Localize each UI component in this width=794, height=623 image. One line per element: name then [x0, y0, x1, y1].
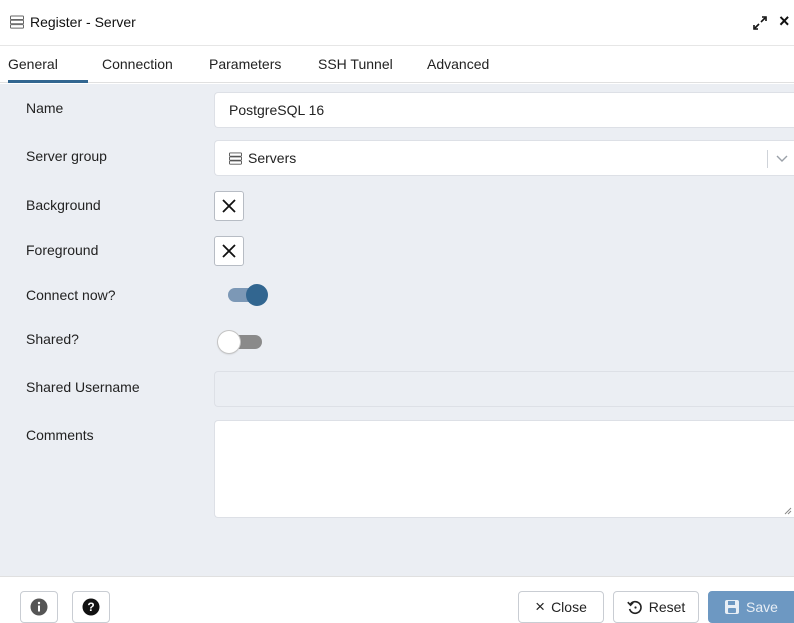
reset-icon	[626, 600, 642, 615]
dialog-title: Register - Server	[30, 14, 136, 30]
background-label: Background	[26, 197, 101, 213]
tab-advanced[interactable]: Advanced	[427, 56, 489, 72]
dialog-footer: ? × Close Reset Save	[0, 576, 794, 623]
server-group-icon	[10, 15, 24, 29]
reset-button-label: Reset	[648, 599, 686, 615]
shared-username-label: Shared Username	[26, 379, 140, 395]
toggle-knob	[246, 284, 268, 306]
name-input[interactable]: PostgreSQL 16	[214, 92, 794, 128]
name-label: Name	[26, 100, 64, 116]
clear-x-icon	[222, 244, 236, 258]
clear-x-icon	[222, 199, 236, 213]
server-group-icon	[229, 151, 242, 165]
server-group-label: Server group	[26, 148, 107, 164]
reset-button[interactable]: Reset	[613, 591, 699, 623]
save-disk-icon	[725, 600, 740, 614]
server-group-select[interactable]: Servers	[214, 140, 794, 176]
name-input-value: PostgreSQL 16	[229, 102, 325, 118]
info-button[interactable]	[20, 591, 58, 623]
toggle-knob	[218, 331, 240, 353]
foreground-color-picker[interactable]	[214, 236, 244, 266]
connect-now-label: Connect now?	[26, 287, 116, 303]
expand-icon[interactable]	[752, 15, 768, 31]
help-button[interactable]: ?	[72, 591, 110, 623]
shared-label: Shared?	[26, 331, 79, 347]
chevron-down-icon[interactable]	[776, 153, 788, 163]
save-button[interactable]: Save	[708, 591, 794, 623]
foreground-label: Foreground	[26, 242, 99, 258]
shared-toggle[interactable]	[216, 330, 262, 354]
resize-handle-icon[interactable]	[784, 507, 792, 515]
select-separator	[767, 150, 768, 168]
tab-parameters[interactable]: Parameters	[209, 56, 281, 72]
close-icon[interactable]: ×	[779, 12, 790, 30]
server-group-value: Servers	[248, 150, 297, 166]
svg-text:?: ?	[87, 600, 94, 614]
info-icon	[30, 598, 48, 616]
connect-now-toggle[interactable]	[222, 283, 268, 307]
tab-ssh-tunnel[interactable]: SSH Tunnel	[318, 56, 393, 72]
tab-connection[interactable]: Connection	[102, 56, 173, 72]
active-tab-indicator	[8, 80, 88, 83]
shared-username-input[interactable]	[214, 371, 794, 407]
save-button-label: Save	[746, 599, 778, 615]
comments-textarea[interactable]	[214, 420, 794, 518]
close-button-label: Close	[551, 599, 587, 615]
close-icon: ×	[535, 597, 546, 616]
help-icon: ?	[82, 598, 100, 616]
dialog-title-bar[interactable]: Register - Server ×	[0, 0, 794, 46]
close-button[interactable]: × Close	[518, 591, 604, 623]
tab-bar: General Connection Parameters SSH Tunnel…	[0, 46, 794, 83]
tab-general[interactable]: General	[8, 56, 58, 72]
background-color-picker[interactable]	[214, 191, 244, 221]
comments-label: Comments	[26, 427, 94, 443]
